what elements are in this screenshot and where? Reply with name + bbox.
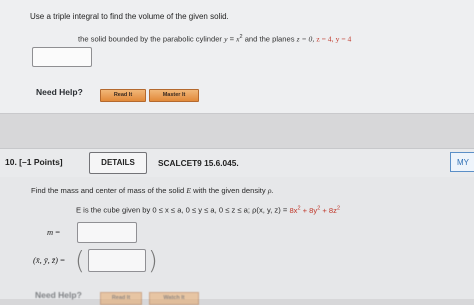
need-help-label: Need Help?: [36, 87, 83, 97]
solid-description: the solid bounded by the parabolic cylin…: [78, 34, 352, 44]
question-reference: SCALCET9 15.6.045.: [158, 158, 239, 168]
question-body: [0, 177, 474, 299]
center-of-mass-label: (x̄, ȳ, z̄) =: [33, 255, 65, 265]
question-number-points: 10. [–1 Points]: [5, 157, 63, 167]
my-notes-button[interactable]: MY: [450, 152, 474, 172]
mass-input[interactable]: [77, 222, 137, 243]
volume-answer-input[interactable]: [32, 47, 92, 67]
density-function: 8x2 + 8y2 + 8z2: [289, 205, 341, 215]
master-it-button[interactable]: Master It: [149, 89, 199, 102]
right-paren-icon: ): [148, 246, 158, 275]
left-paren-icon: (: [75, 246, 85, 275]
mass-label: m =: [47, 227, 61, 237]
read-it-button[interactable]: Read It: [100, 89, 146, 102]
question-prompt-mass: Find the mass and center of mass of the …: [31, 186, 274, 195]
question-prompt: Use a triple integral to find the volume…: [30, 12, 229, 21]
details-button[interactable]: DETAILS: [89, 152, 147, 174]
previous-question-card: Use a triple integral to find the volume…: [0, 0, 474, 114]
center-of-mass-input[interactable]: [88, 249, 146, 272]
cube-density-statement: E is the cube given by 0 ≤ x ≤ a, 0 ≤ y …: [76, 205, 341, 215]
